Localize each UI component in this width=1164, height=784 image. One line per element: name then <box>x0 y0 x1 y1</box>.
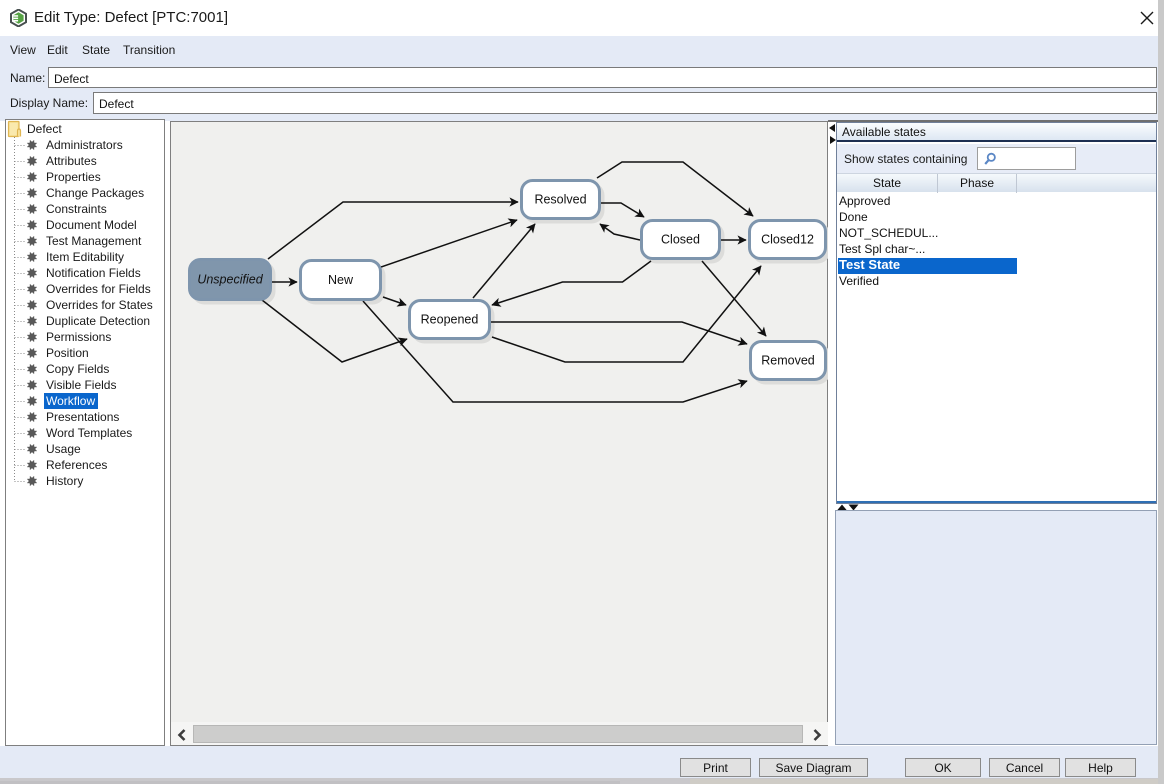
svg-text:Unspecified: Unspecified <box>197 273 263 287</box>
svg-text:New: New <box>328 273 354 287</box>
svg-text:Removed: Removed <box>761 354 815 368</box>
svg-text:Closed: Closed <box>661 233 700 247</box>
svg-text:Reopened: Reopened <box>421 313 479 327</box>
svg-text:Resolved: Resolved <box>534 193 586 207</box>
svg-text:Closed12: Closed12 <box>761 233 814 247</box>
